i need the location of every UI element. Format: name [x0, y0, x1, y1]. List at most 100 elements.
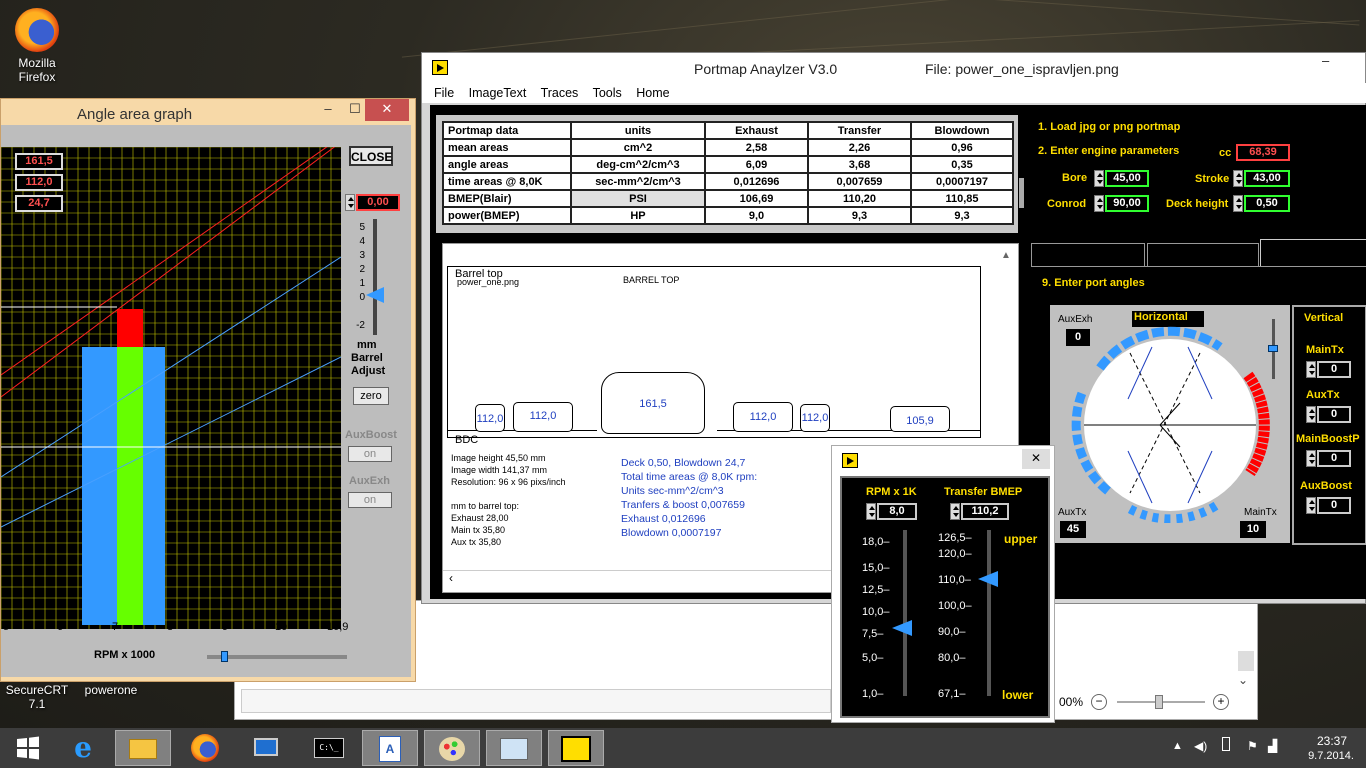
- adjust-tick-label: -2: [356, 320, 365, 331]
- v-maintx-input[interactable]: 0: [1317, 361, 1351, 378]
- table-header: units: [570, 121, 706, 140]
- table-row: BMEP(Blair) PSI 106,69 110,20 110,85: [442, 189, 1014, 208]
- flag-icon[interactable]: ⚑: [1247, 739, 1258, 753]
- rpm-slider-thumb[interactable]: [892, 620, 912, 636]
- paint-taskbar-button[interactable]: [424, 730, 480, 766]
- tab-3[interactable]: [1260, 239, 1366, 267]
- menu-traces[interactable]: Traces: [541, 86, 579, 100]
- x-tick-label: 5: [3, 621, 10, 633]
- x-tick-label: 8: [167, 621, 174, 633]
- v-mainboost-input[interactable]: 0: [1317, 450, 1351, 467]
- monitor-app-taskbar-button[interactable]: [486, 730, 542, 766]
- chevron-left-icon[interactable]: ‹: [449, 571, 453, 585]
- clock-time[interactable]: 23:37: [1304, 734, 1360, 748]
- speaker-icon[interactable]: ◀): [1194, 739, 1207, 753]
- deck-height-input[interactable]: 0,50: [1244, 195, 1290, 212]
- deck-height-stepper[interactable]: [1233, 195, 1243, 212]
- close-window-icon[interactable]: ✕: [365, 99, 409, 121]
- explorer-taskbar-button[interactable]: [115, 730, 171, 766]
- scroll-slider-thumb[interactable]: [221, 651, 228, 662]
- auxboost-toggle[interactable]: on: [348, 446, 392, 462]
- v-mainboost-stepper[interactable]: [1306, 450, 1316, 467]
- table-cell: HP: [570, 206, 706, 225]
- firefox-taskbar-button[interactable]: [177, 730, 233, 766]
- title-bar: Portmap Anaylzer V3.0 File: power_one_is…: [422, 53, 1365, 83]
- tray-chevron-icon[interactable]: ▲: [1172, 740, 1183, 752]
- scroll-up-icon[interactable]: ▲: [1001, 250, 1011, 261]
- minimize-icon[interactable]: –: [1322, 53, 1329, 68]
- v-auxboost-input[interactable]: 0: [1317, 497, 1351, 514]
- terminal-icon: C:\_: [314, 738, 344, 758]
- zoom-slider-thumb[interactable]: [1155, 695, 1163, 709]
- zoom-in-icon[interactable]: +: [1213, 694, 1229, 710]
- rpm-input[interactable]: 8,0: [877, 503, 917, 520]
- battery-icon[interactable]: [1222, 737, 1230, 751]
- labview-icon: [561, 736, 591, 762]
- bmep-slider-track[interactable]: [987, 530, 991, 696]
- table-cell: 2,58: [704, 138, 809, 157]
- menu-imagetext[interactable]: ImageText: [469, 86, 527, 100]
- table-row: power(BMEP) HP 9,0 9,3 9,3: [442, 206, 1014, 225]
- stroke-stepper[interactable]: [1233, 170, 1243, 187]
- bmep-slider-thumb[interactable]: [978, 571, 998, 587]
- remote-desktop-taskbar-button[interactable]: [238, 730, 294, 766]
- vertical-angle-panel: Vertical MainTx 0 AuxTx 0 MainBoostP 0 A…: [1292, 305, 1366, 545]
- table-cell: 3,68: [807, 155, 912, 174]
- start-button[interactable]: [0, 730, 56, 766]
- clock-date[interactable]: 9.7.2014.: [1300, 750, 1362, 762]
- barrel-adjust-thumb[interactable]: [366, 287, 384, 303]
- zoom-out-icon[interactable]: −: [1091, 694, 1107, 710]
- table-cell: 9,3: [910, 206, 1014, 225]
- zero-button[interactable]: zero: [353, 387, 389, 405]
- scrollbar-thumb[interactable]: [1238, 651, 1254, 671]
- rpm-stepper[interactable]: [866, 503, 876, 520]
- minimize-icon[interactable]: –: [314, 99, 342, 121]
- tab-2[interactable]: [1147, 243, 1259, 267]
- adjust-stepper[interactable]: [345, 194, 355, 211]
- menu-home[interactable]: Home: [636, 86, 669, 100]
- bmep-stepper[interactable]: [950, 503, 960, 520]
- v-auxtx-stepper[interactable]: [1306, 406, 1316, 423]
- lower-label: lower: [1002, 688, 1034, 702]
- info-line: Image height 45,50 mm: [451, 453, 546, 463]
- bore-input[interactable]: 45,00: [1105, 170, 1149, 187]
- auxtx-angle-input[interactable]: 45: [1060, 521, 1086, 538]
- v-auxtx-input[interactable]: 0: [1317, 406, 1351, 423]
- stroke-input[interactable]: 43,00: [1244, 170, 1290, 187]
- table-header: Transfer: [807, 121, 912, 140]
- chevron-down-icon[interactable]: ⌄: [1238, 673, 1248, 687]
- rpm-bmep-panel: RPM x 1K Transfer BMEP 8,0 110,2 18,0– 15…: [840, 476, 1050, 718]
- deck-height-label: Deck height: [1166, 198, 1229, 210]
- table-scrollbar[interactable]: [1019, 178, 1024, 208]
- auxexh-label: AuxExh: [349, 475, 390, 487]
- ie-taskbar-button[interactable]: e: [55, 730, 111, 766]
- units-select[interactable]: PSI: [570, 189, 706, 208]
- menu-tools[interactable]: Tools: [593, 86, 622, 100]
- conrod-input[interactable]: 90,00: [1105, 195, 1149, 212]
- barrel-adjust-slider[interactable]: [373, 219, 377, 335]
- x-tick-label: 10,9: [327, 621, 349, 633]
- menu-file[interactable]: File: [434, 86, 454, 100]
- tab-1[interactable]: [1031, 243, 1145, 267]
- signal-icon[interactable]: ▟: [1268, 739, 1277, 753]
- auxexh-toggle[interactable]: on: [348, 492, 392, 508]
- firefox-desktop-icon[interactable]: Mozilla Firefox: [2, 8, 72, 84]
- close-button[interactable]: CLOSE: [349, 146, 393, 166]
- cmd-taskbar-button[interactable]: C:\_: [301, 730, 357, 766]
- rpm-label: RPM x 1K: [866, 486, 917, 498]
- labview-taskbar-button[interactable]: [548, 730, 604, 766]
- adjust-value[interactable]: 0,00: [356, 194, 400, 211]
- value-display: 24,7: [15, 195, 63, 212]
- bore-stepper[interactable]: [1094, 170, 1104, 187]
- conrod-stepper[interactable]: [1094, 195, 1104, 212]
- close-window-icon[interactable]: ✕: [1022, 449, 1050, 469]
- word-taskbar-button[interactable]: A: [362, 730, 418, 766]
- table-cell: BMEP(Blair): [442, 189, 572, 208]
- bmep-input[interactable]: 110,2: [961, 503, 1009, 520]
- horizontal-scroll-slider[interactable]: [207, 655, 347, 659]
- v-maintx-stepper[interactable]: [1306, 361, 1316, 378]
- v-auxboost-stepper[interactable]: [1306, 497, 1316, 514]
- angle-area-graph-window: Angle area graph – ☐ ✕ 5 6 7 8 9 10 10,9 RPM x…: [0, 98, 416, 682]
- maintx-angle-input[interactable]: 10: [1240, 521, 1266, 538]
- rpm-slider-track[interactable]: [903, 530, 907, 696]
